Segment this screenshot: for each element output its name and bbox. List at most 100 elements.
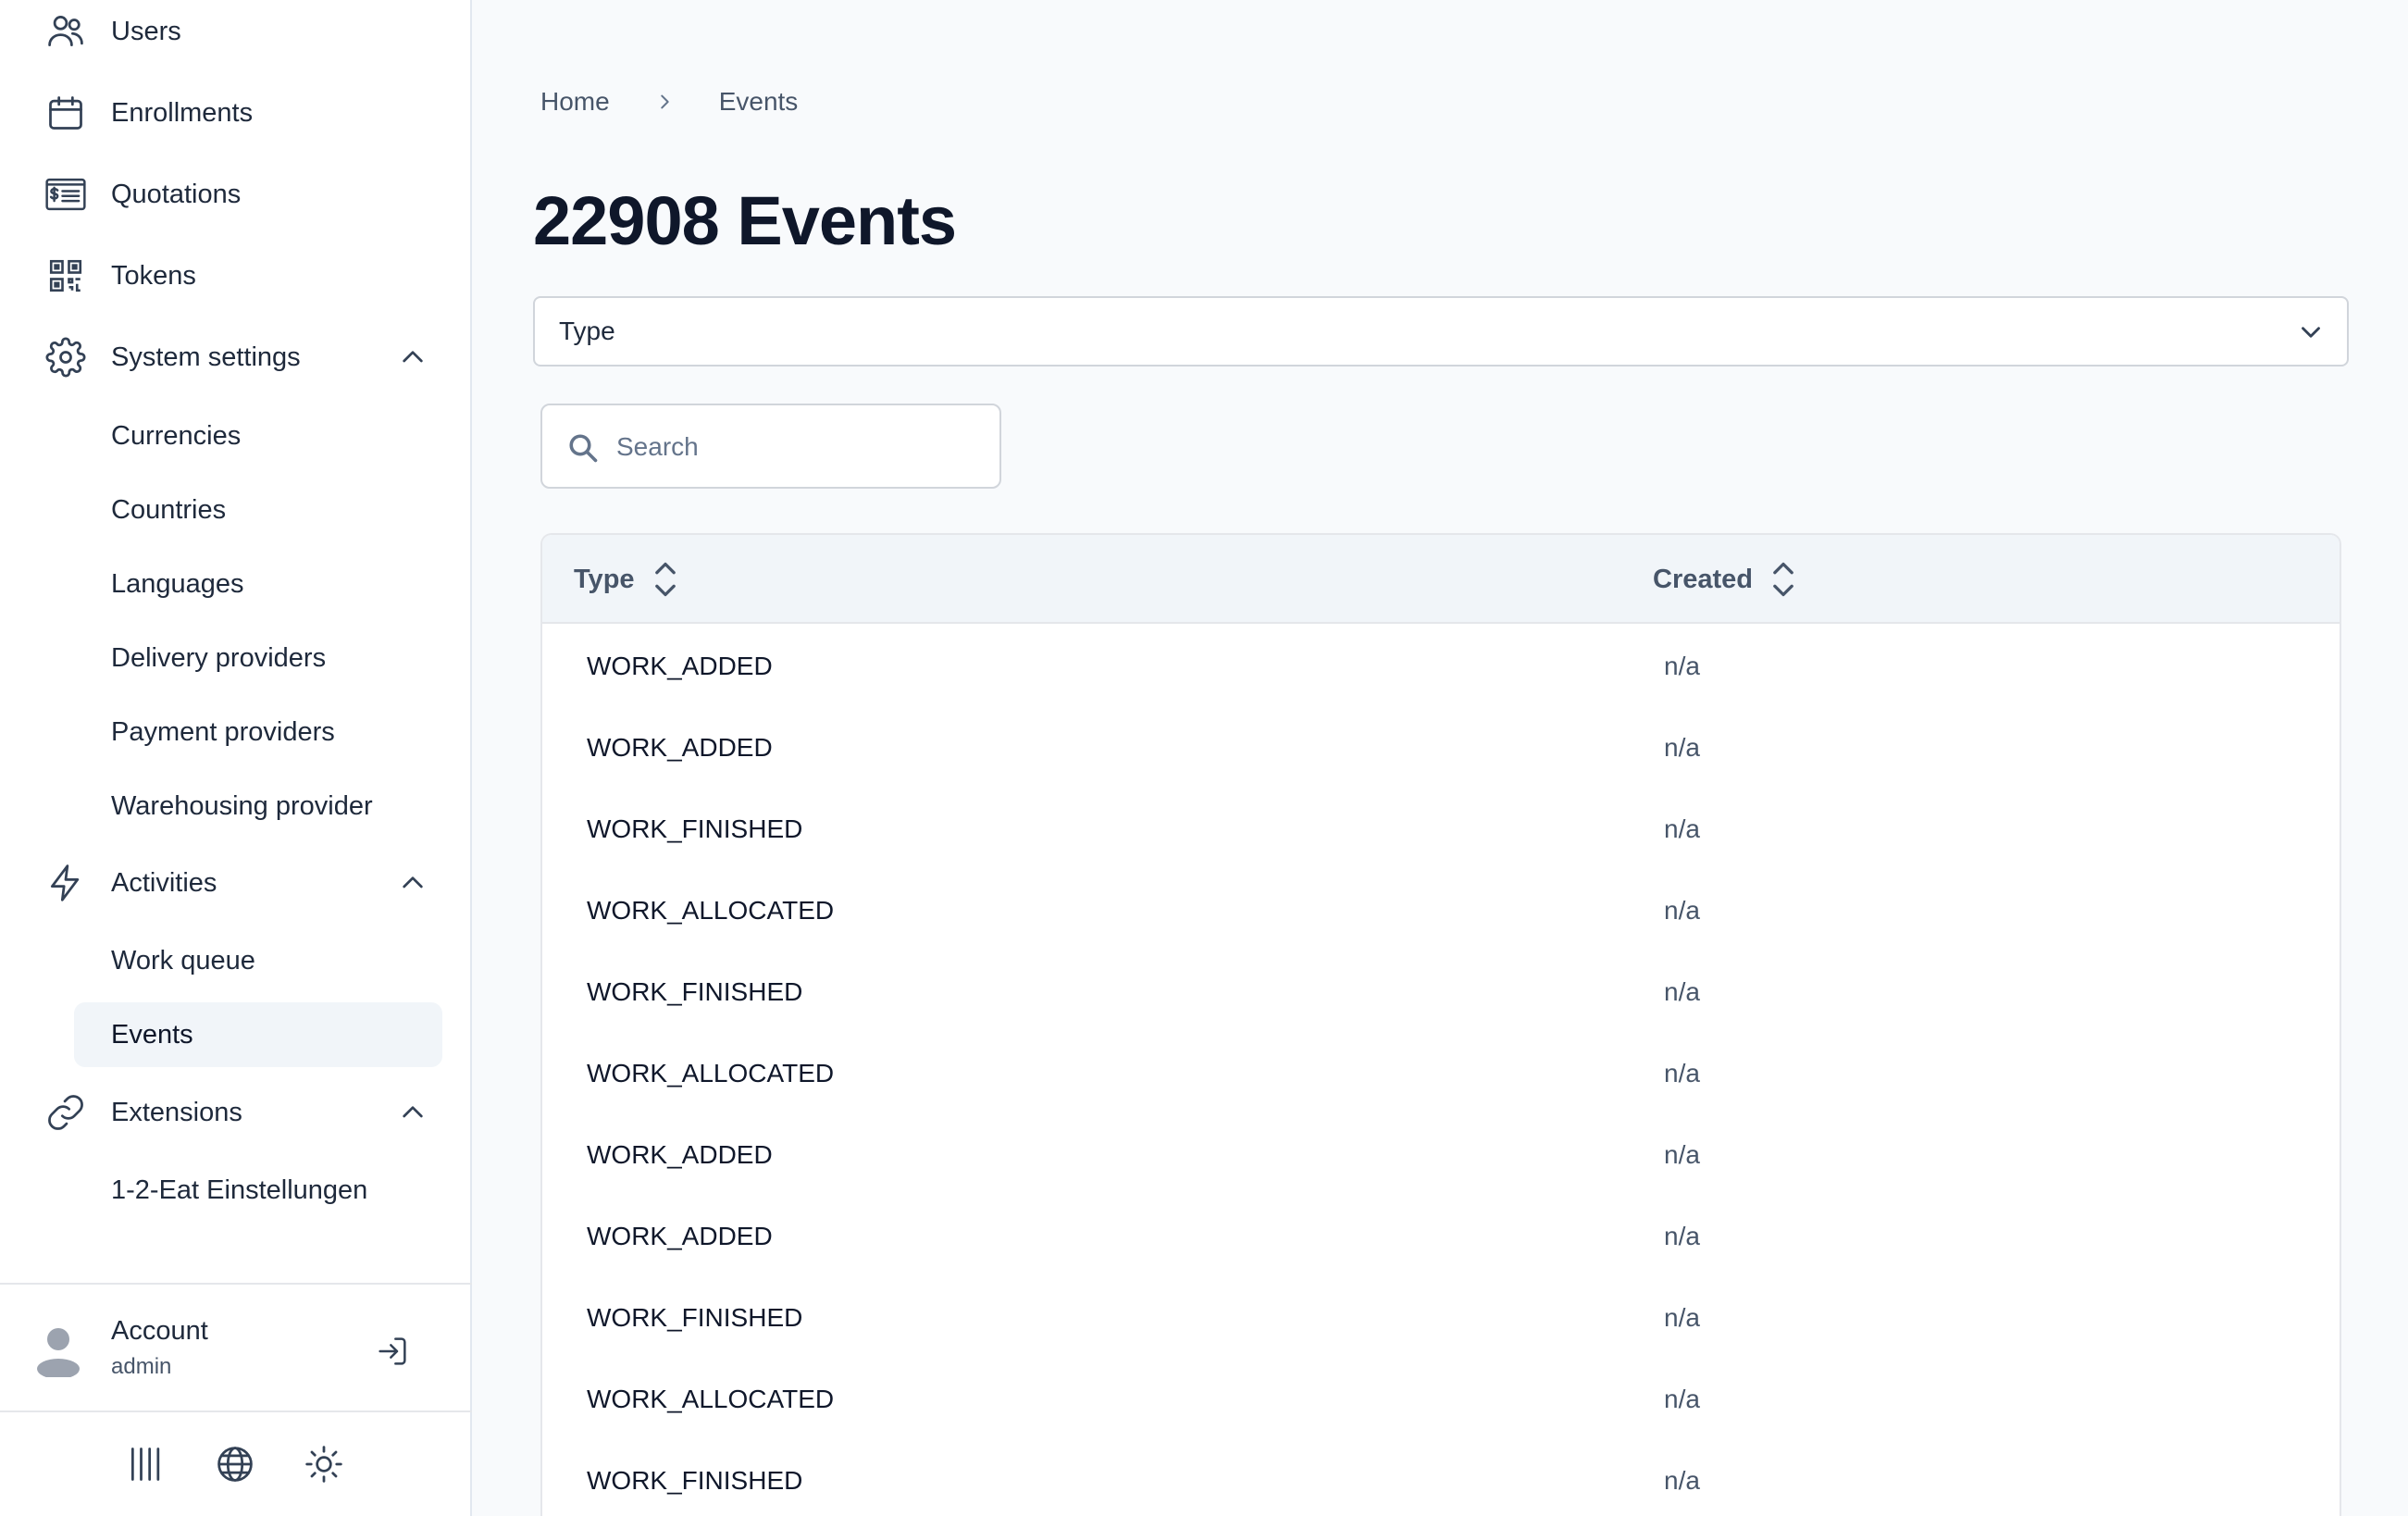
sidebar-item-label: Currencies [111,420,242,451]
users-icon [44,10,87,53]
cell-created: n/a [1664,652,1700,680]
cell-created: n/a [1664,814,1700,843]
breadcrumb: Home Events [540,81,798,122]
chevron-right-icon [651,88,678,116]
sidebar-item-label: Events [111,1019,193,1050]
sidebar-item-work-queue[interactable]: Work queue [74,928,442,993]
column-header-created[interactable]: Created [1653,557,1801,602]
account-section: Account admin [0,1285,472,1410]
sidebar-item-label: Countries [111,494,227,525]
avatar[interactable] [35,1325,81,1379]
chevron-up-icon[interactable] [394,1094,431,1131]
cell-type: WORK_FINISHED [587,977,803,1006]
account-name: Account [111,1316,208,1346]
sidebar-item-label: 1-2-Eat Einstellungen [111,1174,368,1205]
sidebar-item-currencies[interactable]: Currencies [74,404,442,468]
cell-created: n/a [1664,1466,1700,1495]
gear-icon [44,336,87,379]
breadcrumb-current[interactable]: Events [719,87,799,117]
search-input[interactable] [616,424,977,470]
lightning-bolt-icon [44,862,87,904]
globe-icon[interactable] [215,1444,255,1485]
sidebar-item-label: Activities [111,867,217,898]
cell-created: n/a [1664,977,1700,1006]
cell-type: WORK_ADDED [587,1222,773,1250]
sidebar: Users Enrollments Quotations Tokens Syst [0,0,472,1516]
cell-created: n/a [1664,1222,1700,1250]
breadcrumb-home[interactable]: Home [540,87,610,117]
logout-icon[interactable] [374,1333,411,1370]
sidebar-item-label: Users [111,16,181,46]
sidebar-item-1-2-eat-einstellungen[interactable]: 1-2-Eat Einstellungen [74,1158,442,1223]
cell-created: n/a [1664,1059,1700,1087]
search-box [540,404,1001,489]
cell-type: WORK_ALLOCATED [587,896,835,925]
calendar-icon [44,92,87,134]
cell-type: WORK_ALLOCATED [587,1385,835,1413]
cell-created: n/a [1664,896,1700,925]
sidebar-footer [0,1412,472,1516]
type-filter-value: Type [559,317,615,345]
cell-type: WORK_FINISHED [587,1303,803,1332]
table-row[interactable]: WORK_FINISHED n/a [542,1277,2340,1359]
sidebar-item-label: Tokens [111,260,196,291]
table-row[interactable]: WORK_FINISHED n/a [542,789,2340,870]
cell-created: n/a [1664,1385,1700,1413]
table-row[interactable]: WORK_ADDED n/a [542,1114,2340,1196]
column-header-label: Type [574,564,635,594]
sidebar-item-enrollments[interactable]: Enrollments [44,83,441,143]
table-row[interactable]: WORK_ALLOCATED n/a [542,870,2340,951]
sidebar-item-languages[interactable]: Languages [74,552,442,616]
chevron-up-icon[interactable] [394,339,431,376]
cell-created: n/a [1664,1140,1700,1169]
sidebar-item-tokens[interactable]: Tokens [44,246,441,305]
type-filter-select[interactable]: Type [533,296,2349,367]
sidebar-item-activities[interactable]: Activities [44,853,441,913]
sidebar-item-countries[interactable]: Countries [74,478,442,542]
sidebar-item-quotations[interactable]: Quotations [44,165,441,224]
table-row[interactable]: WORK_ADDED n/a [542,1196,2340,1277]
search-icon [566,431,600,465]
app: Users Enrollments Quotations Tokens Syst [0,0,2408,1516]
account-info: Account admin [111,1316,208,1380]
link-icon [44,1091,87,1134]
table-row[interactable]: WORK_ALLOCATED n/a [542,1033,2340,1114]
column-header-type[interactable]: Type [574,557,683,602]
sidebar-item-label: Work queue [111,945,255,975]
column-header-label: Created [1653,564,1753,594]
cell-type: WORK_FINISHED [587,814,803,843]
events-table: Type Created WORK_ADDED n/a WORK_ADDED n/a… [540,533,2341,1516]
cell-type: WORK_ADDED [587,652,773,680]
table-body: WORK_ADDED n/a WORK_ADDED n/a WORK_FINISHE… [542,626,2340,1516]
receipt-icon [44,173,87,216]
sidebar-item-label: Payment providers [111,716,335,747]
sort-icon [1769,559,1801,600]
barcode-icon[interactable] [126,1444,167,1485]
sidebar-item-label: Warehousing provider [111,790,373,821]
sidebar-item-system-settings[interactable]: System settings [44,328,441,387]
table-row[interactable]: WORK_FINISHED n/a [542,951,2340,1033]
sidebar-item-users[interactable]: Users [44,2,441,61]
sidebar-item-extensions[interactable]: Extensions [44,1083,441,1142]
sidebar-item-warehousing-provider[interactable]: Warehousing provider [74,774,442,839]
table-header: Type Created [542,535,2340,624]
sidebar-item-payment-providers[interactable]: Payment providers [74,700,442,764]
cell-created: n/a [1664,733,1700,762]
sidebar-item-label: Languages [111,568,244,599]
sidebar-item-label: Quotations [111,179,242,209]
cell-type: WORK_ADDED [587,1140,773,1169]
sidebar-item-label: Enrollments [111,97,254,128]
page-title: 22908 Events [533,182,957,259]
sort-icon [652,559,683,600]
sidebar-item-events[interactable]: Events [74,1002,442,1067]
sun-icon[interactable] [304,1444,344,1485]
table-row[interactable]: WORK_ADDED n/a [542,707,2340,789]
table-row[interactable]: WORK_ALLOCATED n/a [542,1359,2340,1440]
sidebar-item-label: System settings [111,342,301,372]
chevron-up-icon[interactable] [394,864,431,901]
sidebar-item-delivery-providers[interactable]: Delivery providers [74,626,442,690]
table-row[interactable]: WORK_FINISHED n/a [542,1440,2340,1516]
table-row[interactable]: WORK_ADDED n/a [542,626,2340,707]
chevron-down-icon [2295,317,2328,350]
cell-type: WORK_ALLOCATED [587,1059,835,1087]
